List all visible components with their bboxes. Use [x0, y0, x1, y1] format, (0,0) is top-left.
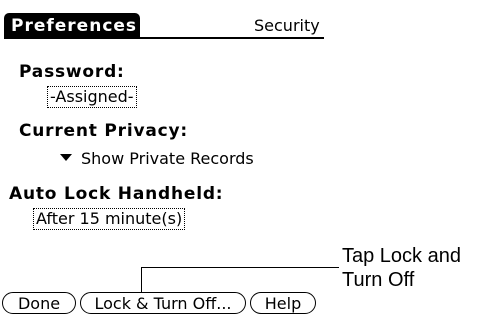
privacy-dropdown[interactable]: Show Private Records	[60, 149, 254, 169]
callout-annotation: Tap Lock and Turn Off	[342, 244, 461, 292]
lock-turn-off-button[interactable]: Lock & Turn Off...	[80, 292, 246, 314]
password-label: Password:	[19, 62, 125, 82]
panel-selector[interactable]: Security	[254, 16, 320, 36]
done-button[interactable]: Done	[2, 292, 76, 314]
help-button[interactable]: Help	[250, 292, 316, 314]
callout-line-1: Tap Lock and	[342, 245, 461, 267]
auto-lock-field[interactable]: After 15 minute(s)	[33, 208, 186, 230]
palm-security-preferences-screen: Preferences Security Password: -Assigned…	[0, 0, 489, 318]
triangle-down-icon	[60, 154, 72, 161]
password-field[interactable]: -Assigned-	[47, 86, 137, 108]
privacy-dropdown-value: Show Private Records	[81, 149, 254, 168]
callout-line-vertical	[141, 267, 142, 293]
app-title: Preferences	[11, 16, 138, 36]
title-underline	[4, 37, 324, 39]
callout-line-2: Turn Off	[342, 269, 415, 291]
current-privacy-label: Current Privacy:	[19, 121, 189, 141]
auto-lock-label: Auto Lock Handheld:	[9, 184, 224, 204]
callout-line-horizontal	[141, 267, 339, 268]
